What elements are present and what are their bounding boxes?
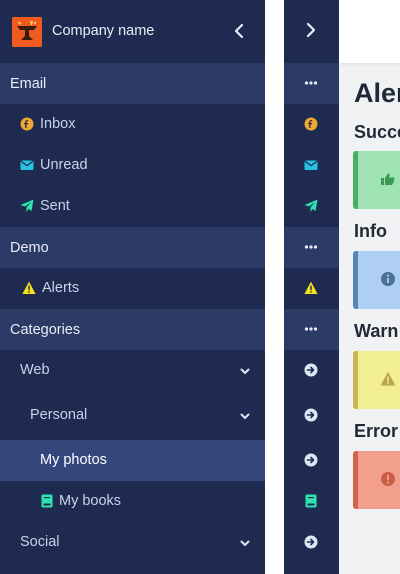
arrow-circle-right-icon	[304, 453, 318, 467]
paper-plane-icon	[304, 199, 318, 212]
sidebar-item-sent[interactable]: Sent	[0, 186, 265, 227]
book-icon	[41, 494, 53, 508]
sidebar: Company name Email Inbox Unread Sent Dem…	[0, 0, 265, 574]
facebook-icon	[304, 117, 318, 131]
sidebar-item-personal[interactable]: Personal	[0, 395, 265, 436]
warning-heading: Warn	[354, 321, 399, 341]
company-logo[interactable]	[12, 17, 42, 47]
mini-item-my-photos[interactable]	[284, 440, 339, 481]
section-label: Categories	[10, 321, 81, 338]
sidebar-item-label: My books	[59, 493, 122, 509]
sidebar-item-label: Personal	[30, 407, 88, 423]
warning-icon	[380, 372, 396, 386]
section-label: Email	[10, 75, 47, 92]
sidebar-item-label: Web	[20, 362, 50, 378]
sidebar-item-label: Inbox	[40, 116, 76, 132]
sidebar-item-label: Alerts	[42, 280, 80, 296]
success-heading: Succe	[354, 122, 400, 142]
mini-section-demo	[284, 227, 339, 268]
sidebar-item-social[interactable]: Social	[0, 522, 265, 563]
chevron-down-icon	[240, 540, 250, 546]
facebook-icon	[20, 117, 34, 131]
mini-item-sent[interactable]	[284, 186, 339, 227]
section-label: Demo	[10, 239, 49, 256]
mini-section-categories	[284, 309, 339, 350]
sidebar-item-label: Social	[20, 534, 60, 550]
warning-alert	[353, 351, 400, 409]
mini-item-unread[interactable]	[284, 145, 339, 186]
page-title: Aler	[354, 78, 400, 108]
sidebar-item-unread[interactable]: Unread	[0, 145, 265, 186]
sidebar-item-my-books[interactable]: My books	[0, 481, 265, 522]
chevron-down-icon	[240, 413, 250, 419]
sidebar-item-label: Unread	[40, 157, 88, 173]
sidebar-item-my-photos[interactable]: My photos	[0, 440, 265, 481]
ellipsis-icon	[304, 81, 318, 85]
arrow-circle-right-icon	[304, 408, 318, 422]
top-bar	[339, 0, 400, 63]
company-name: Company name	[52, 23, 155, 39]
mini-item-inbox[interactable]	[284, 104, 339, 145]
expand-sidebar-button[interactable]	[284, 0, 339, 63]
book-icon	[305, 494, 317, 508]
sidebar-item-label: Sent	[40, 198, 70, 214]
info-alert	[353, 251, 400, 309]
anvil-logo-icon	[12, 17, 42, 47]
info-heading: Info	[354, 221, 387, 241]
collapse-sidebar-button[interactable]	[230, 21, 248, 41]
info-circle-icon	[381, 272, 395, 286]
gutter	[265, 0, 284, 574]
error-alert	[353, 451, 400, 509]
chevron-right-icon	[306, 22, 316, 38]
envelope-icon	[20, 160, 34, 170]
chevron-down-icon	[240, 368, 250, 374]
exclamation-circle-icon	[381, 472, 395, 486]
chevron-left-icon	[234, 23, 244, 39]
sidebar-item-inbox[interactable]: Inbox	[0, 104, 265, 145]
ellipsis-icon	[304, 245, 318, 249]
sidebar-section-categories: Categories	[0, 309, 265, 350]
mini-item-personal[interactable]	[284, 395, 339, 436]
error-heading: Error	[354, 421, 399, 441]
brand-header: Company name	[0, 0, 265, 63]
thumbs-up-icon	[381, 173, 395, 185]
sidebar-item-alerts[interactable]: Alerts	[0, 268, 265, 309]
success-alert	[353, 151, 400, 209]
sidebar-item-label: My photos	[40, 452, 107, 468]
app-root: Company name Email Inbox Unread Sent Dem…	[0, 0, 400, 574]
mini-item-my-books[interactable]	[284, 481, 339, 522]
warning-icon	[304, 281, 318, 294]
mini-section-email	[284, 63, 339, 104]
main-content: Aler Succe Info Warn Error	[339, 0, 400, 574]
mini-item-social[interactable]	[284, 522, 339, 563]
arrow-circle-right-icon	[304, 363, 318, 377]
sidebar-section-email: Email	[0, 63, 265, 104]
envelope-icon	[304, 160, 318, 170]
sidebar-section-demo: Demo	[0, 227, 265, 268]
mini-item-alerts[interactable]	[284, 268, 339, 309]
arrow-circle-right-icon	[304, 535, 318, 549]
mini-item-web[interactable]	[284, 350, 339, 391]
warning-icon	[22, 281, 36, 294]
sidebar-item-web[interactable]: Web	[0, 350, 265, 391]
paper-plane-icon	[20, 199, 34, 212]
ellipsis-icon	[304, 327, 318, 331]
collapsed-sidebar	[284, 0, 339, 574]
